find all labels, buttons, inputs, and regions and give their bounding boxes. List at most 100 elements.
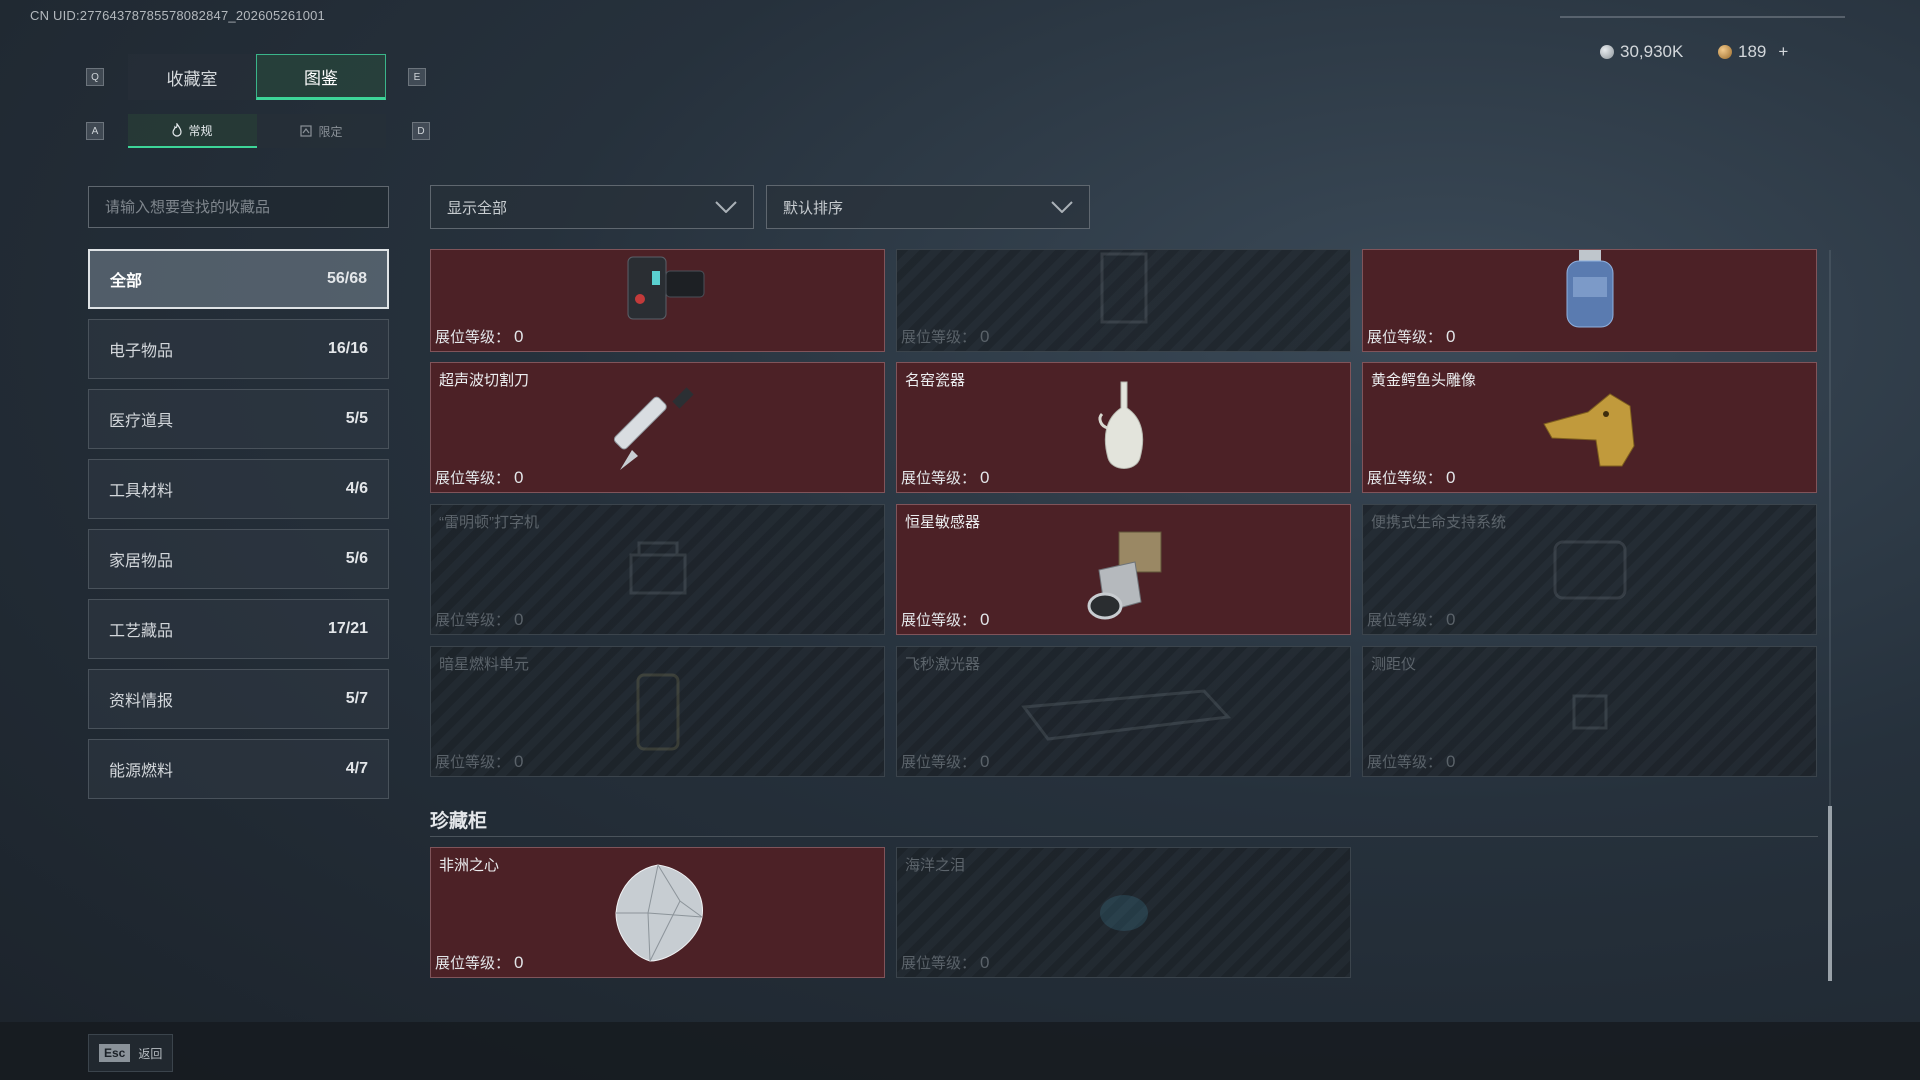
item-name: 海洋之泪 — [905, 857, 966, 874]
item-name: 超声波切割刀 — [439, 372, 530, 389]
item-name: 名窑瓷器 — [905, 372, 966, 389]
vault-section-title: 珍藏柜 — [430, 811, 488, 832]
item-name: 非洲之心 — [439, 857, 500, 874]
category-count: 4/6 — [345, 480, 368, 497]
item-level: 展位等级： 0 — [901, 752, 990, 771]
bottom-bar — [0, 1022, 1920, 1080]
fuel-cell-icon — [636, 673, 679, 750]
chevron-down-icon — [715, 201, 737, 213]
silver-currency: 30,930K — [1600, 42, 1683, 62]
item-name: “雷明顿”打字机 — [439, 514, 539, 531]
esc-key-badge: Esc — [99, 1044, 131, 1062]
category-count: 5/5 — [345, 410, 368, 427]
item-card[interactable]: 恒星敏感器 展位等级： 0 — [896, 504, 1351, 635]
item-level: 展位等级： 0 — [1367, 327, 1456, 346]
item-name: 便携式生命支持系统 — [1371, 514, 1507, 531]
tab-catalog[interactable]: 图鉴 — [256, 54, 386, 100]
category-count: 56/68 — [326, 270, 367, 287]
category-label: 能源燃料 — [109, 763, 174, 780]
star-sensor-icon — [1087, 531, 1161, 620]
vault-item-card[interactable]: 海洋之泪 展位等级： 0 — [896, 847, 1351, 978]
tab-collection-room[interactable]: 收藏室 — [128, 54, 256, 100]
section-divider — [430, 836, 1818, 837]
category-label: 工具材料 — [109, 483, 174, 500]
gold-amount: 189 — [1738, 42, 1767, 61]
key-hint-d: D — [412, 122, 430, 140]
category-count: 16/16 — [327, 340, 368, 357]
category-medical[interactable]: 医疗道具 5/5 — [88, 389, 389, 449]
item-level: 展位等级： 0 — [901, 610, 990, 629]
gold-coin-icon — [1718, 45, 1732, 59]
item-name: 暗星燃料单元 — [439, 656, 530, 673]
uid-label: CN UID:27764378785578082847_202605261001 — [30, 8, 325, 23]
category-crafts[interactable]: 工艺藏品 17/21 — [88, 599, 389, 659]
category-household[interactable]: 家居物品 5/6 — [88, 529, 389, 589]
back-button[interactable]: Esc 返回 — [88, 1034, 174, 1072]
item-card[interactable]: 飞秒激光器 展位等级： 0 — [896, 646, 1351, 777]
item-card[interactable]: 黄金鳄鱼头雕像 展位等级： 0 — [1362, 362, 1817, 493]
item-level: 展位等级： 0 — [435, 752, 524, 771]
item-card[interactable]: 展位等级： 0 — [430, 249, 885, 352]
key-hint-a: A — [86, 122, 104, 140]
diamond-icon — [614, 863, 703, 962]
item-card[interactable]: 名窑瓷器 展位等级： 0 — [896, 362, 1351, 493]
filter-dropdown[interactable]: 显示全部 — [430, 185, 754, 229]
back-label: 返回 — [138, 1046, 163, 1061]
sort-dropdown[interactable]: 默认排序 — [766, 185, 1090, 229]
category-count: 4/7 — [345, 760, 368, 777]
ultrasonic-knife-icon — [613, 386, 694, 470]
category-label: 工艺藏品 — [109, 623, 174, 640]
locked-item-icon — [1100, 252, 1147, 324]
main-tabs: 收藏室 图鉴 — [128, 54, 386, 100]
chevron-down-icon — [1051, 201, 1073, 213]
item-level: 展位等级： 0 — [1367, 468, 1456, 487]
limited-icon — [300, 125, 313, 137]
sort-value: 默认排序 — [783, 199, 844, 217]
silver-coin-icon — [1600, 45, 1614, 59]
category-count: 5/7 — [345, 690, 368, 707]
subtab-limited[interactable]: 限定 — [257, 114, 386, 148]
subtab-regular-label: 常规 — [188, 123, 213, 138]
category-list: 全部 56/68 电子物品 16/16 医疗道具 5/5 工具材料 4/6 家居… — [88, 249, 389, 809]
item-level: 展位等级： 0 — [1367, 752, 1456, 771]
wrist-device-icon — [627, 256, 704, 320]
key-hint-e: E — [408, 68, 426, 86]
silver-amount: 30,930K — [1620, 42, 1684, 61]
laser-icon — [1020, 688, 1231, 741]
category-all[interactable]: 全部 56/68 — [88, 249, 389, 309]
category-label: 资料情报 — [109, 693, 174, 710]
subtab-regular[interactable]: 常规 — [128, 114, 257, 148]
category-electronics[interactable]: 电子物品 16/16 — [88, 319, 389, 379]
item-level: 展位等级： 0 — [435, 327, 524, 346]
item-name: 黄金鳄鱼头雕像 — [1371, 372, 1477, 389]
item-name: 测距仪 — [1371, 656, 1417, 673]
subtab-limited-label: 限定 — [318, 124, 343, 139]
category-tools[interactable]: 工具材料 4/6 — [88, 459, 389, 519]
item-card[interactable]: 便携式生命支持系统 展位等级： 0 — [1362, 504, 1817, 635]
item-card[interactable]: 展位等级： 0 — [1362, 249, 1817, 352]
item-name: 飞秒激光器 — [905, 656, 981, 673]
typewriter-icon — [629, 541, 686, 594]
category-fuel[interactable]: 能源燃料 4/7 — [88, 739, 389, 799]
category-label: 家居物品 — [109, 553, 174, 570]
top-divider — [1560, 16, 1845, 18]
vault-item-card[interactable]: 非洲之心 展位等级： 0 — [430, 847, 885, 978]
search-input[interactable] — [88, 186, 389, 228]
scrollbar-thumb[interactable] — [1828, 806, 1832, 981]
item-card[interactable]: 暗星燃料单元 展位等级： 0 — [430, 646, 885, 777]
sub-tabs: 常规 限定 — [128, 114, 386, 148]
item-card[interactable]: “雷明顿”打字机 展位等级： 0 — [430, 504, 885, 635]
golden-crocodile-icon — [1542, 392, 1635, 466]
gem-icon — [1099, 894, 1148, 931]
item-level: 展位等级： 0 — [901, 468, 990, 487]
category-intel[interactable]: 资料情报 5/7 — [88, 669, 389, 729]
category-label: 医疗道具 — [109, 413, 174, 430]
item-level: 展位等级： 0 — [435, 953, 524, 972]
item-card[interactable]: 超声波切割刀 展位等级： 0 — [430, 362, 885, 493]
item-card[interactable]: 测距仪 展位等级： 0 — [1362, 646, 1817, 777]
item-name: 恒星敏感器 — [905, 514, 981, 531]
add-currency-button[interactable]: + — [1778, 42, 1788, 62]
flame-icon — [172, 123, 183, 137]
item-card[interactable]: 展位等级： 0 — [896, 249, 1351, 352]
key-hint-q: Q — [86, 68, 104, 86]
